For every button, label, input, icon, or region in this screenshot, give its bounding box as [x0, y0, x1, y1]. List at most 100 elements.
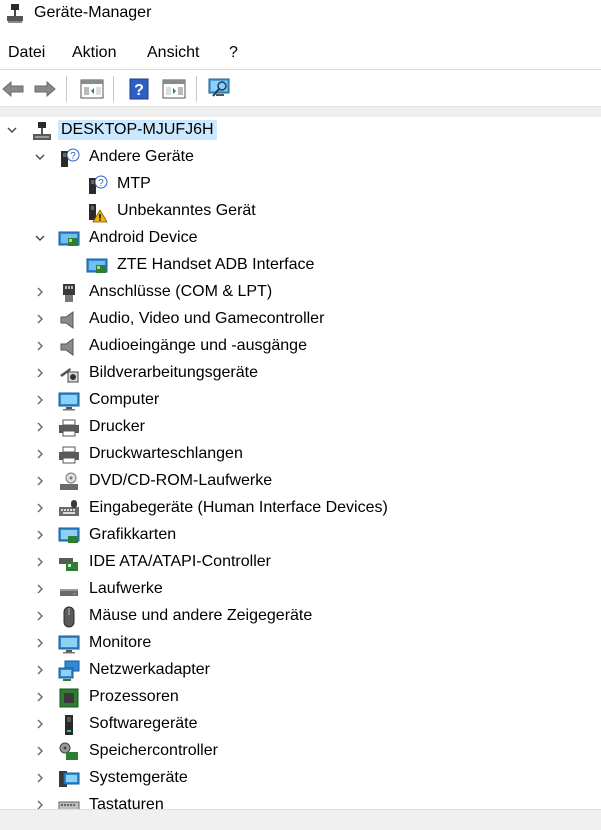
back-icon: [2, 81, 24, 97]
tree-node-laufwerke[interactable]: Laufwerke: [0, 576, 601, 603]
chevron-right-icon[interactable]: [34, 312, 46, 326]
tree-node-label: Speichercontroller: [89, 742, 218, 759]
printer-icon: [59, 419, 79, 437]
menu-action[interactable]: Aktion: [72, 44, 116, 62]
chevron-right-icon[interactable]: [34, 582, 46, 596]
speaker-icon: [60, 338, 74, 356]
tree-root[interactable]: DESKTOP-MJUFJ6H: [0, 117, 601, 144]
disc-drive-icon: [60, 472, 78, 490]
camera-icon: [60, 368, 79, 383]
tree-node-bildverarbeitung[interactable]: Bildverarbeitungsgeräte: [0, 360, 601, 387]
tree-node-grafikkarten[interactable]: Grafikkarten: [0, 522, 601, 549]
tree-node-label: Android Device: [89, 229, 198, 246]
tree-node-dvd-cd-rom[interactable]: DVD/CD-ROM-Laufwerke: [0, 468, 601, 495]
tree-node-ide-ata[interactable]: IDE ATA/ATAPI-Controller: [0, 549, 601, 576]
tree-node-label: Grafikkarten: [89, 526, 177, 543]
chevron-down-icon[interactable]: [6, 123, 18, 137]
toolbar-separator: [113, 76, 114, 102]
chevron-right-icon[interactable]: [34, 744, 46, 758]
chevron-right-icon[interactable]: [34, 771, 46, 785]
tree-node-drucker[interactable]: Drucker: [0, 414, 601, 441]
tree-node-label: Laufwerke: [89, 580, 163, 597]
network-adapter-icon: [58, 660, 80, 681]
tree-node-prozessoren[interactable]: Prozessoren: [0, 684, 601, 711]
tree-node-netzwerkadapter[interactable]: Netzwerkadapter: [0, 657, 601, 684]
chevron-right-icon[interactable]: [34, 528, 46, 542]
menu-view[interactable]: Ansicht: [147, 44, 199, 62]
tree-node-computer[interactable]: Computer: [0, 387, 601, 414]
svg-text:?: ?: [134, 82, 144, 99]
back-button[interactable]: [0, 76, 26, 102]
tree-node-monitore[interactable]: Monitore: [0, 630, 601, 657]
chevron-down-icon[interactable]: [34, 150, 46, 164]
menu-help[interactable]: ?: [229, 44, 238, 62]
tree-node-unbekanntes-geraet[interactable]: Unbekanntes Gerät: [0, 198, 601, 225]
tree-node-audioeingaenge[interactable]: Audioeingänge und -ausgänge: [0, 333, 601, 360]
chevron-down-icon[interactable]: [34, 231, 46, 245]
update-driver-button[interactable]: [161, 76, 187, 102]
tree-node-systemgeraete[interactable]: Systemgeräte: [0, 765, 601, 792]
chevron-right-icon[interactable]: [34, 393, 46, 407]
scan-hardware-button[interactable]: [207, 76, 233, 102]
display-adapter-icon: [58, 527, 80, 543]
monitor-icon: [58, 392, 80, 411]
chevron-right-icon[interactable]: [34, 420, 46, 434]
toolbar: ?: [0, 72, 601, 106]
tree-node-label: DVD/CD-ROM-Laufwerke: [89, 472, 273, 489]
chevron-right-icon[interactable]: [34, 717, 46, 731]
tree-node-label: Systemgeräte: [89, 769, 188, 786]
computer-network-icon: [33, 122, 51, 140]
processor-icon: [59, 688, 79, 708]
keyboard-icon: [58, 801, 80, 809]
chevron-right-icon[interactable]: [34, 285, 46, 299]
tree-node-label: Audio, Video und Gamecontroller: [89, 310, 325, 327]
tree-node-audio-video[interactable]: Audio, Video und Gamecontroller: [0, 306, 601, 333]
properties-button[interactable]: [79, 76, 105, 102]
unknown-device-icon: ?: [89, 175, 108, 194]
chevron-right-icon[interactable]: [34, 609, 46, 623]
chevron-right-icon[interactable]: [34, 501, 46, 515]
chevron-right-icon[interactable]: [34, 690, 46, 704]
tree-node-andere-geraete[interactable]: ? Andere Geräte: [0, 144, 601, 171]
unknown-device-icon: ?: [61, 148, 80, 167]
device-tree[interactable]: DESKTOP-MJUFJ6H ? Andere Geräte ? MTP Un…: [0, 117, 601, 809]
tree-node-label: Druckwarteschlangen: [89, 445, 243, 462]
tree-node-label: Netzwerkadapter: [89, 661, 210, 678]
tree-node-label: ZTE Handset ADB Interface: [117, 256, 315, 273]
device-manager-icon: [7, 4, 23, 23]
menu-file[interactable]: Datei: [8, 44, 45, 62]
tree-node-mtp[interactable]: ? MTP: [0, 171, 601, 198]
tree-node-label: Computer: [89, 391, 160, 408]
forward-button[interactable]: [32, 76, 58, 102]
toolbar-separator: [196, 76, 197, 102]
tree-node-zte-adb[interactable]: ZTE Handset ADB Interface: [0, 252, 601, 279]
tree-node-label: Mäuse und andere Zeigegeräte: [89, 607, 313, 624]
menu-separator: [0, 69, 601, 70]
chevron-right-icon[interactable]: [34, 339, 46, 353]
tree-node-druckwarteschlangen[interactable]: Druckwarteschlangen: [0, 441, 601, 468]
chevron-right-icon[interactable]: [34, 798, 46, 809]
chevron-right-icon[interactable]: [34, 663, 46, 677]
chevron-right-icon[interactable]: [34, 474, 46, 488]
tree-node-eingabegeraete[interactable]: Eingabegeräte (Human Interface Devices): [0, 495, 601, 522]
chevron-right-icon[interactable]: [34, 447, 46, 461]
tree-node-speichercontroller[interactable]: Speichercontroller: [0, 738, 601, 765]
tree-node-label: Prozessoren: [89, 688, 179, 705]
printer-icon: [59, 446, 79, 464]
android-device-icon: [86, 258, 108, 273]
storage-controller-icon: [59, 742, 78, 760]
tree-node-label: Monitore: [89, 634, 152, 651]
svg-text:?: ?: [98, 178, 104, 189]
chevron-right-icon[interactable]: [34, 636, 46, 650]
chevron-right-icon[interactable]: [34, 366, 46, 380]
tree-node-android-device[interactable]: Android Device: [0, 225, 601, 252]
tree-node-softwaregeraete[interactable]: Softwaregeräte: [0, 711, 601, 738]
disk-drive-icon: [60, 589, 78, 596]
tree-node-maeuse[interactable]: Mäuse und andere Zeigegeräte: [0, 603, 601, 630]
properties-icon: [80, 79, 104, 99]
ide-controller-icon: [59, 558, 78, 571]
chevron-right-icon[interactable]: [34, 555, 46, 569]
tree-node-tastaturen[interactable]: Tastaturen: [0, 792, 601, 809]
tree-node-anschluesse[interactable]: Anschlüsse (COM & LPT): [0, 279, 601, 306]
help-button[interactable]: ?: [126, 76, 152, 102]
